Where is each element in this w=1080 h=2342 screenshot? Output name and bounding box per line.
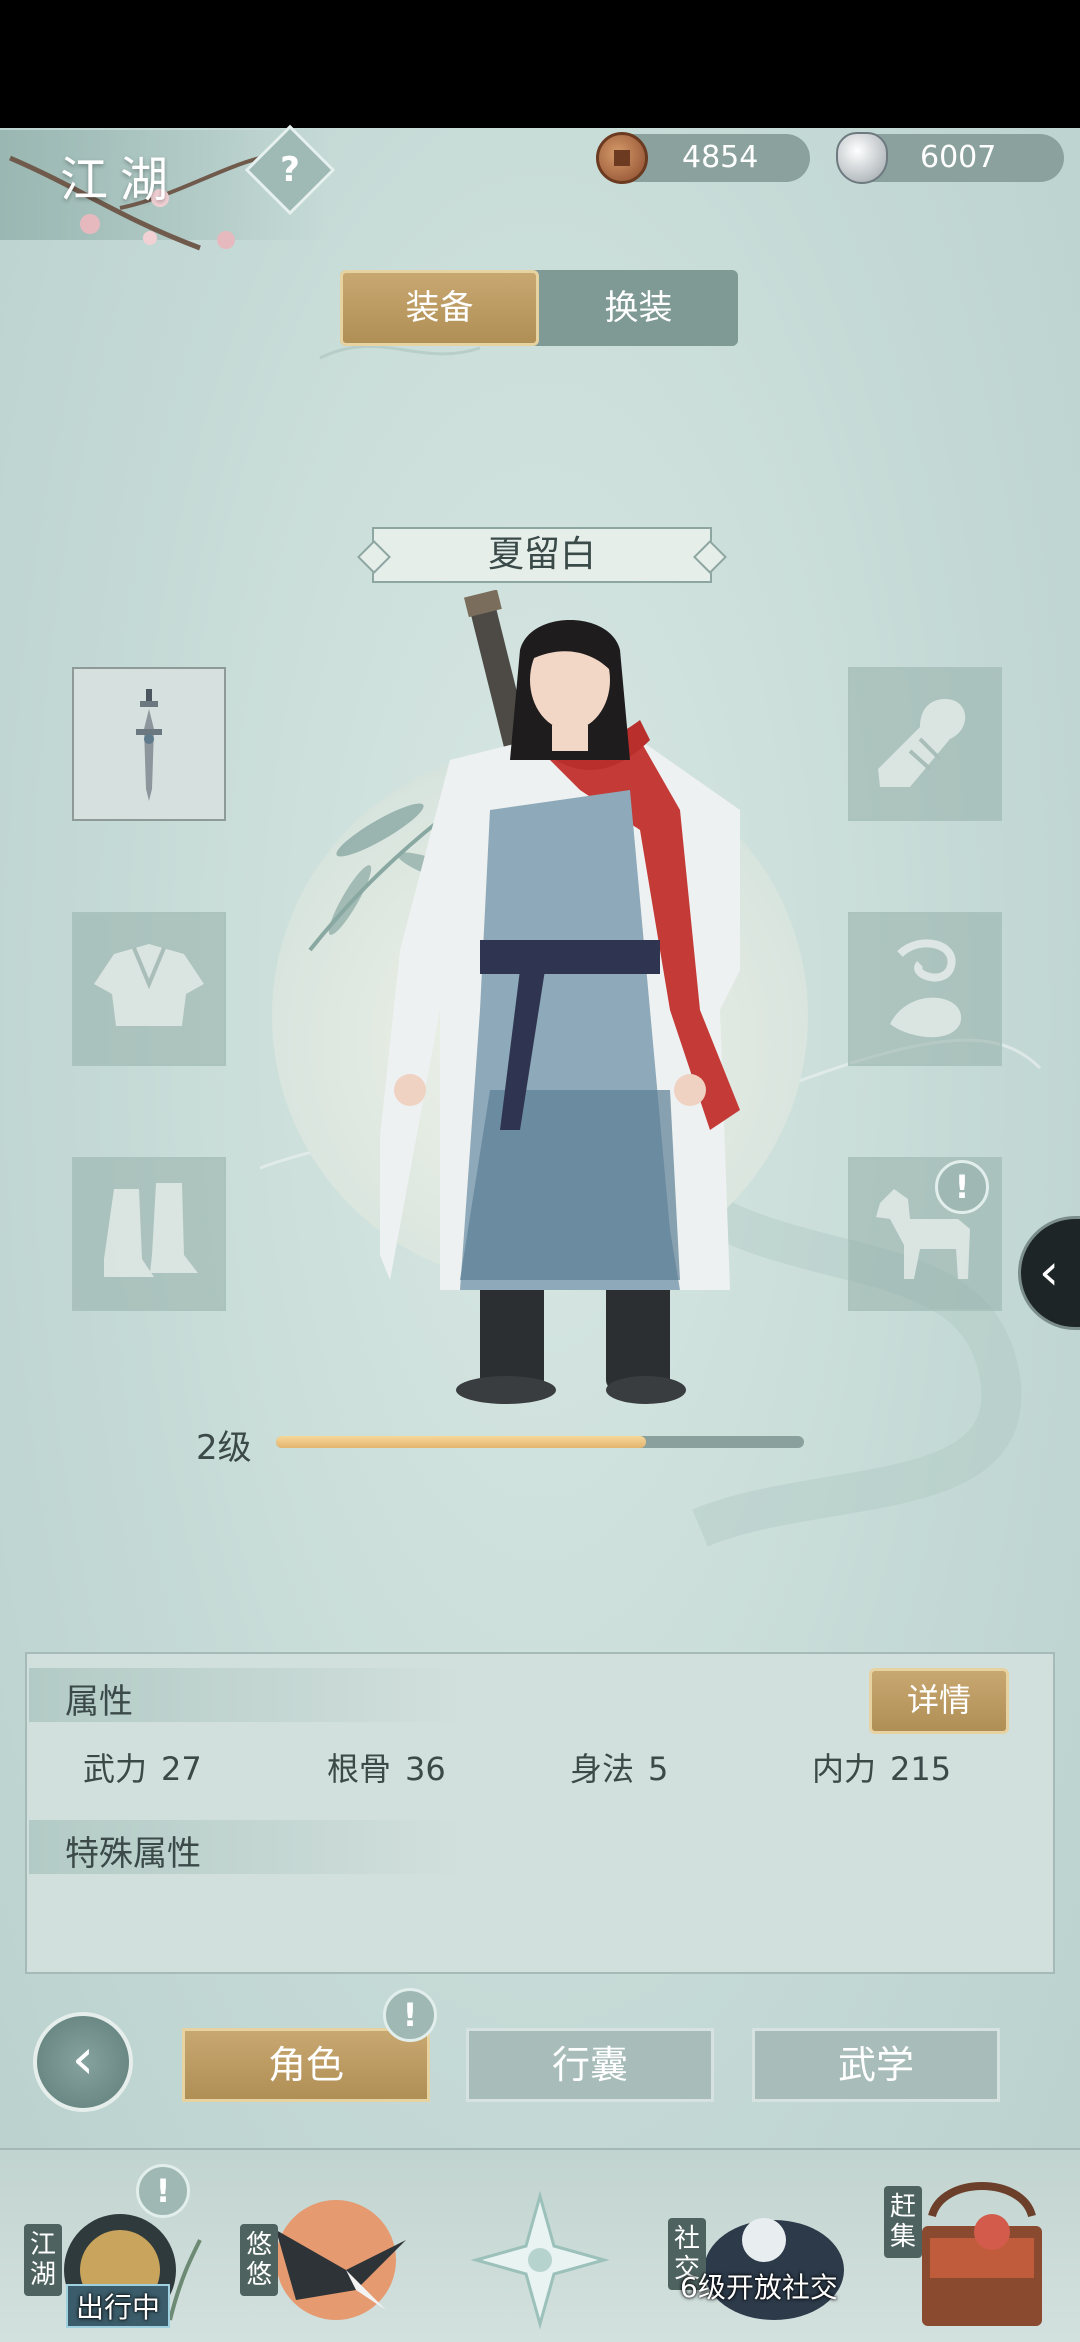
traveling-status: 出行中 (66, 2284, 171, 2328)
question-mark-icon: ? (280, 150, 300, 190)
boots-slot[interactable] (72, 1157, 226, 1311)
stat-value: 5 (648, 1750, 669, 1788)
character-model[interactable] (380, 590, 820, 1410)
boots-icon (104, 1183, 198, 1277)
stat-value: 215 (890, 1750, 952, 1788)
compass-star-icon (470, 2190, 610, 2330)
dock-jianghu[interactable]: 江湖 出行中 (20, 2160, 220, 2340)
mount-alert-icon: ! (935, 1160, 989, 1214)
silver-currency[interactable]: 6007 (836, 132, 1064, 184)
role-alert-icon: ! (383, 1988, 437, 2042)
dock-market-label: 赶集 (884, 2186, 922, 2258)
tab-bag[interactable]: 行囊 (466, 2028, 714, 2102)
copper-currency[interactable]: 4854 (596, 132, 810, 184)
stat-gengu: 根骨 36 (327, 1744, 446, 1790)
dock-social[interactable]: 社交 6级开放社交 (664, 2190, 864, 2340)
attributes-heading: 属性 (65, 1682, 133, 1722)
accessory-slot[interactable] (848, 912, 1002, 1066)
tab-equipment[interactable]: 装备 (340, 270, 539, 346)
tab-martial-arts[interactable]: 武学 (752, 2028, 1000, 2102)
equip-outfit-tabs: 装备 换装 (340, 270, 738, 346)
bracer-slot[interactable] (848, 667, 1002, 821)
armor-slot[interactable] (72, 912, 226, 1066)
back-button[interactable]: ‹ (33, 2012, 133, 2112)
weapon-slot[interactable] (72, 667, 226, 821)
dock-youyou[interactable]: 悠悠 (236, 2180, 416, 2340)
stat-label: 武力 (83, 1750, 148, 1788)
experience-fill (276, 1436, 646, 1448)
stat-value: 36 (405, 1750, 446, 1788)
back-arrow-icon: ‹ (71, 2027, 95, 2092)
ornament-icon (890, 939, 962, 1038)
stat-label: 内力 (812, 1750, 877, 1788)
dock-jianghu-label: 江湖 (24, 2224, 62, 2296)
special-attributes-header: 特殊属性 (29, 1820, 469, 1874)
stat-label: 根骨 (327, 1750, 392, 1788)
robe-icon (94, 944, 204, 1026)
dock-center-compass[interactable] (470, 2190, 610, 2330)
dock-market[interactable]: 赶集 (882, 2176, 1072, 2340)
silver-amount: 6007 (920, 140, 997, 175)
stat-wuli: 武力 27 (83, 1744, 202, 1790)
experience-bar (276, 1436, 804, 1448)
dock-youyou-label: 悠悠 (240, 2224, 278, 2296)
tab-role[interactable]: 角色 (182, 2028, 430, 2102)
character-name: 夏留白 (372, 527, 712, 583)
status-bar (0, 0, 1080, 128)
bracer-icon (878, 699, 966, 787)
social-unlock-hint: 6级开放社交 (680, 2271, 838, 2304)
jianghu-alert-icon: ! (136, 2164, 190, 2218)
copper-coin-icon (596, 132, 648, 184)
attributes-panel: 属性 详情 武力 27 根骨 36 身法 5 内力 215 特殊属性 (25, 1652, 1055, 1974)
stat-shenfa: 身法 5 (570, 1744, 668, 1790)
attributes-header: 属性 (29, 1668, 469, 1722)
stat-label: 身法 (570, 1750, 635, 1788)
details-button[interactable]: 详情 (869, 1668, 1009, 1734)
level-label: 2级 (196, 1428, 252, 1468)
copper-amount: 4854 (682, 140, 759, 175)
sword-icon (136, 689, 162, 801)
page-title: 江湖 (60, 152, 181, 208)
special-attributes-heading: 特殊属性 (65, 1834, 201, 1874)
chevron-left-icon: ‹ (1039, 1243, 1059, 1301)
silver-ingot-icon (836, 132, 888, 184)
tab-outfit[interactable]: 换装 (539, 270, 738, 346)
stat-neili: 内力 215 (812, 1744, 951, 1790)
stat-value: 27 (161, 1750, 202, 1788)
